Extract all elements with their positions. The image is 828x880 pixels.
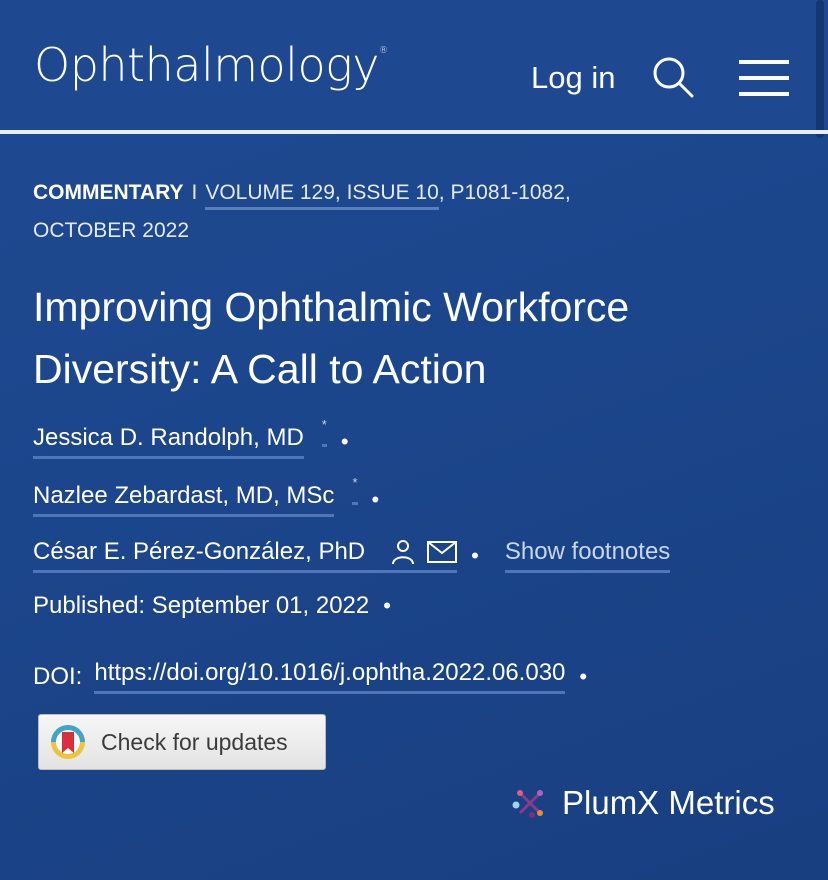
meta-separator: I: [191, 181, 198, 204]
bullet: •: [383, 593, 391, 618]
title-line-2: Diversity: A Call to Action: [33, 346, 487, 392]
plumx-metrics-link[interactable]: PlumX Metrics: [512, 784, 775, 822]
title-line-1: Improving Ophthalmic Workforce: [33, 284, 630, 330]
registered-mark: ®: [378, 46, 388, 56]
check-for-updates-button[interactable]: Check for updates: [38, 714, 326, 770]
published-date: Published: September 01, 2022: [33, 592, 370, 619]
author-with-icons[interactable]: César E. Pérez-González, PhD: [33, 538, 458, 573]
author-footnote-mark[interactable]: *: [352, 475, 358, 505]
author-name[interactable]: Nazlee Zebardast, MD, MSc: [33, 482, 335, 517]
author-name: César E. Pérez-González, PhD: [33, 538, 366, 565]
check-for-updates-label: Check for updates: [101, 728, 288, 755]
pages: , P1081-1082,: [438, 181, 571, 204]
search-icon[interactable]: [652, 56, 694, 98]
doi-link[interactable]: https://doi.org/10.1016/j.ophtha.2022.06…: [94, 659, 566, 694]
bullet: •: [579, 663, 588, 689]
bullet: •: [340, 428, 349, 454]
bullet: •: [371, 486, 380, 512]
doi-label: DOI:: [33, 662, 83, 690]
plumx-label: PlumX Metrics: [562, 784, 775, 821]
ophthalmology-logo[interactable]: Ophthalmology®: [34, 38, 388, 92]
header-divider: [0, 130, 828, 134]
email-icon: [427, 541, 458, 563]
issue-date: OCTOBER 2022: [33, 219, 190, 242]
author-row-2: Nazlee Zebardast, MD, MSc * •: [33, 475, 380, 517]
doi-row: DOI: https://doi.org/10.1016/j.ophtha.20…: [33, 659, 587, 694]
scrollbar[interactable]: [816, 0, 824, 138]
article-meta: COMMENTARY I VOLUME 129, ISSUE 10, P1081-1…: [33, 174, 793, 250]
author-name[interactable]: Jessica D. Randolph, MD: [33, 424, 304, 459]
person-icon: [392, 540, 415, 565]
show-footnotes-link[interactable]: Show footnotes: [504, 538, 671, 573]
article-title: Improving Ophthalmic Workforce Diversity…: [33, 276, 803, 400]
bullet: •: [471, 542, 479, 568]
published-row: Published: September 01, 2022 •: [33, 592, 391, 620]
plumx-icon: [512, 790, 543, 818]
author-row-1: Jessica D. Randolph, MD * •: [33, 417, 349, 459]
logo-text: Ophthalmology: [34, 38, 379, 92]
site-header: Ophthalmology® Log in: [0, 0, 828, 138]
hamburger-menu-icon[interactable]: [739, 59, 789, 97]
login-link[interactable]: Log in: [531, 60, 615, 96]
article-type: COMMENTARY: [33, 181, 184, 204]
crossmark-icon: [51, 725, 85, 759]
author-footnote-mark[interactable]: *: [321, 417, 327, 447]
author-icons: [391, 539, 458, 565]
author-row-3: César E. Pérez-González, PhD • Show foot…: [33, 538, 671, 573]
volume-issue-link[interactable]: VOLUME 129, ISSUE 10: [205, 181, 439, 210]
